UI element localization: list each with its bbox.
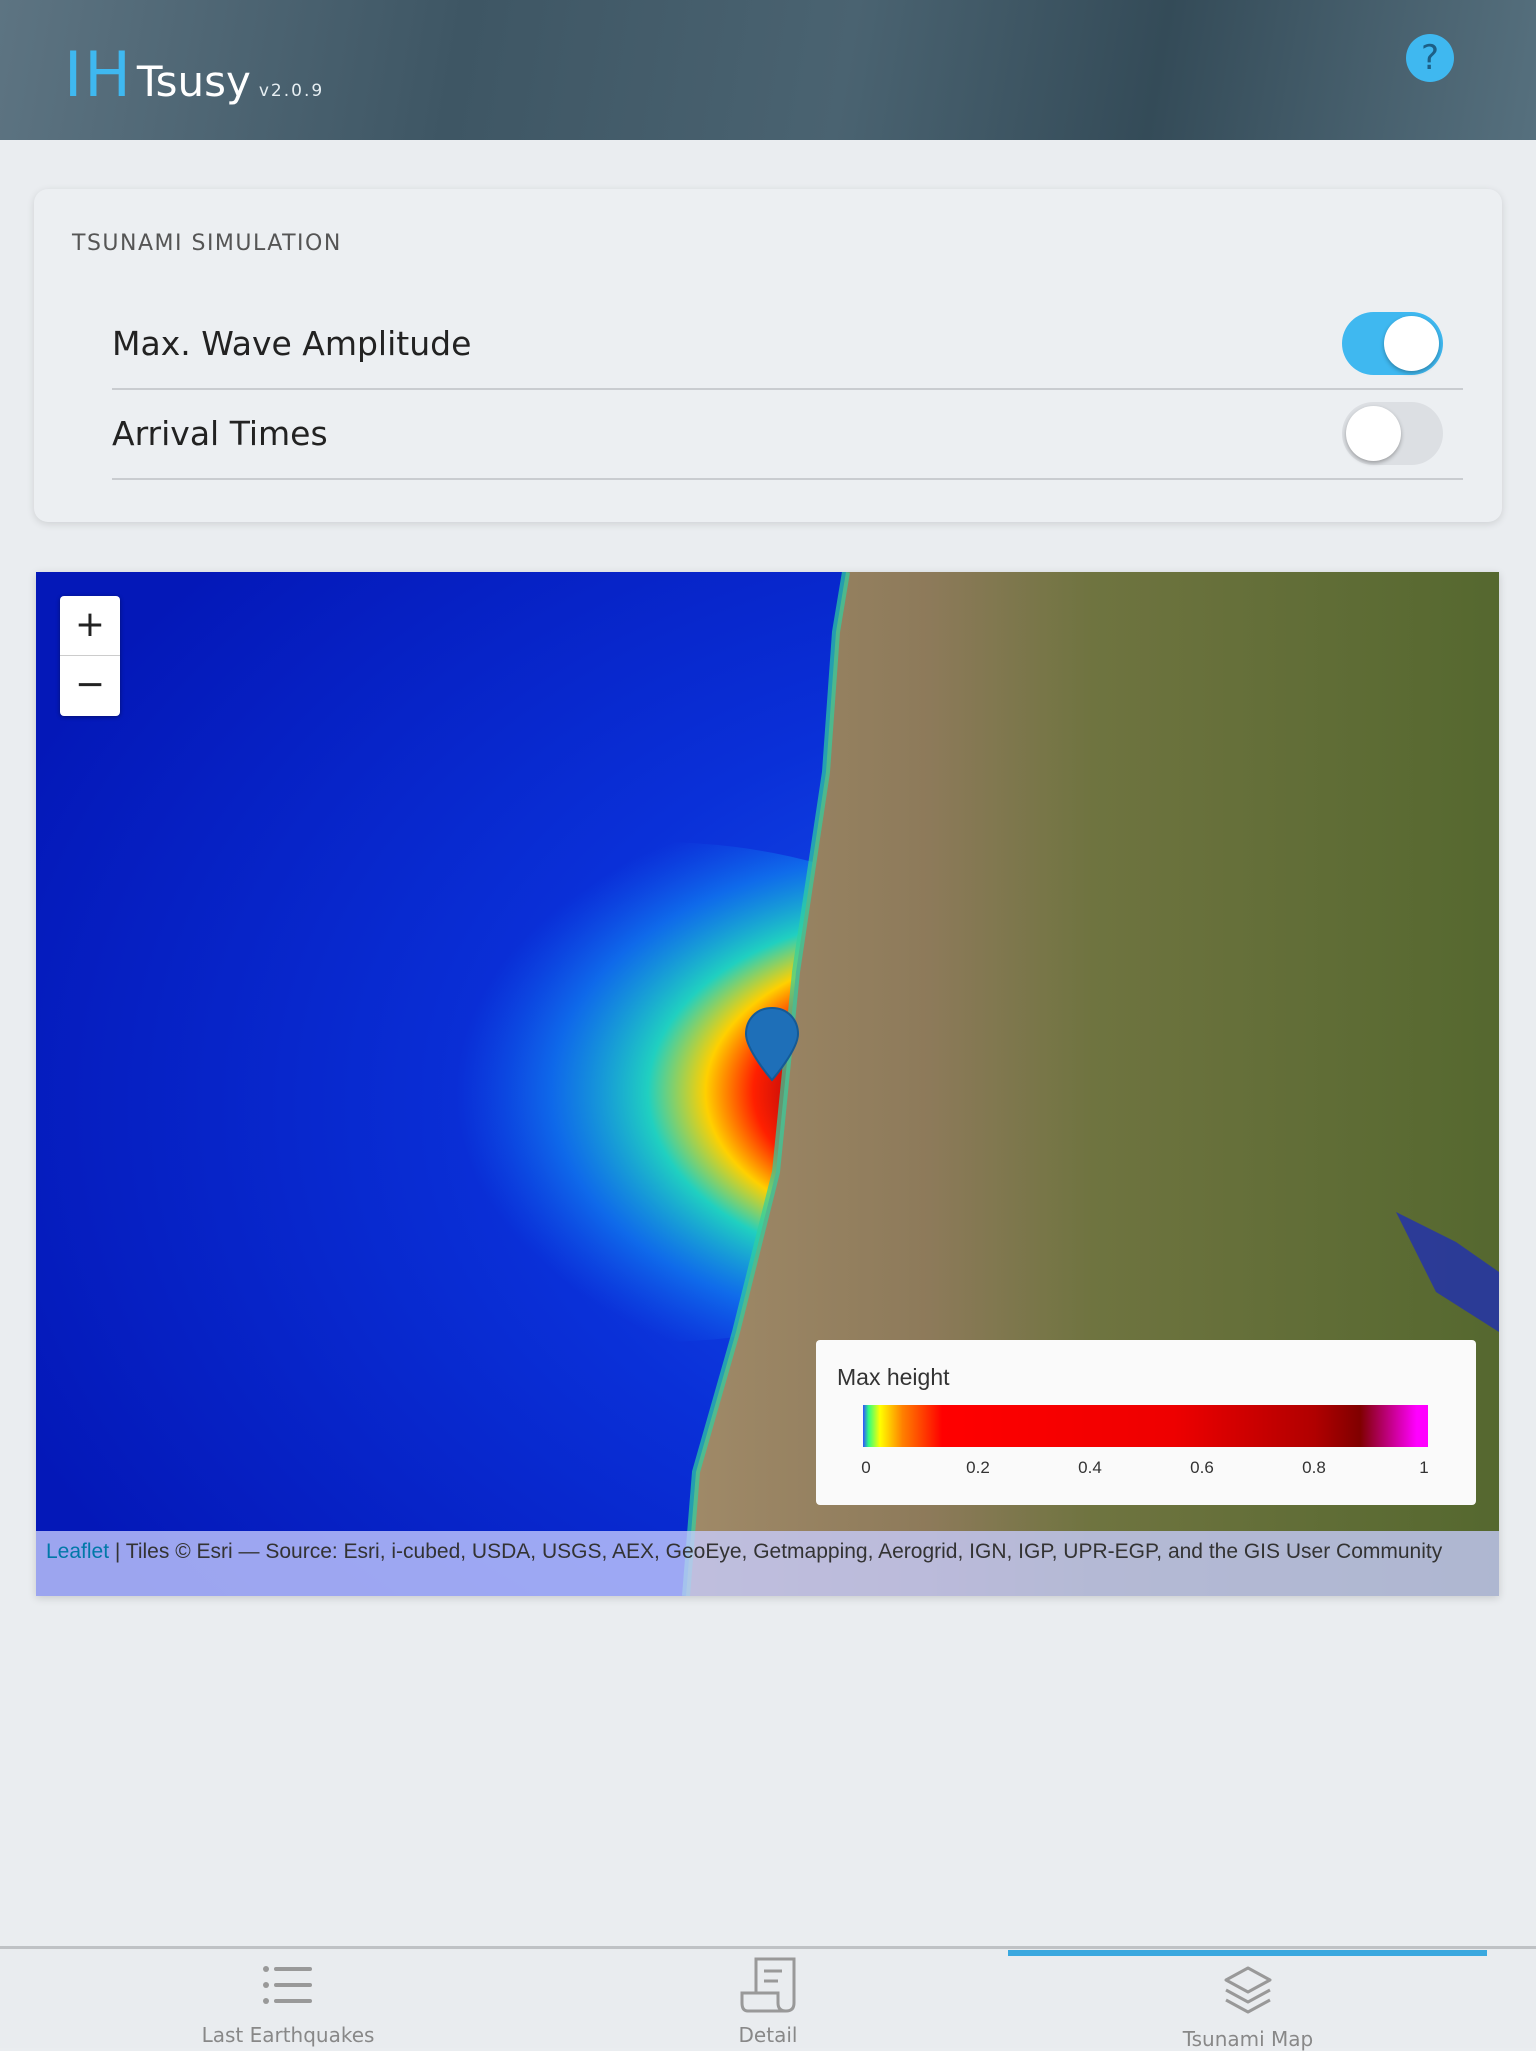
app-version: v2.0.9 <box>258 81 325 101</box>
tab-label: Last Earthquakes <box>201 2023 375 2047</box>
toggle-knob <box>1384 316 1439 371</box>
tsunami-simulation-panel: TSUNAMI SIMULATION Max. Wave Amplitude A… <box>34 189 1502 522</box>
map-attribution: Leaflet | Tiles © Esri — Source: Esri, i… <box>36 1531 1499 1596</box>
arrival-times-toggle[interactable] <box>1342 402 1443 465</box>
bottom-tab-bar: Last Earthquakes Detail Tsunami Map <box>0 1946 1536 2051</box>
zoom-out-button[interactable]: − <box>60 656 120 716</box>
legend-tick: 0 <box>861 1458 871 1477</box>
help-question-icon[interactable]: ? <box>1406 34 1454 82</box>
legend-title: Max height <box>837 1364 950 1390</box>
option-arrival-times[interactable]: Arrival Times <box>112 390 1463 480</box>
logo-ih: IH <box>64 38 133 111</box>
legend-tick: 0.4 <box>1078 1458 1102 1477</box>
list-icon <box>263 1966 312 2004</box>
option-max-wave-amplitude[interactable]: Max. Wave Amplitude <box>112 300 1463 390</box>
legend-tick: 0.6 <box>1190 1458 1214 1477</box>
tab-label: Detail <box>738 2023 798 2047</box>
receipt-icon <box>740 1957 796 2013</box>
tsunami-map[interactable]: + − Max height 0 0.2 0.4 0.6 0.8 1 Leafl… <box>36 572 1499 1596</box>
tab-tsunami-map[interactable]: Tsunami Map <box>1008 1949 1488 2051</box>
legend-color-bar <box>863 1405 1428 1447</box>
tab-detail[interactable]: Detail <box>528 1949 1008 2049</box>
layers-icon <box>1224 1966 1272 2014</box>
panel-title: TSUNAMI SIMULATION <box>72 231 342 256</box>
tab-label: Tsunami Map <box>1182 2027 1314 2051</box>
legend-tick: 0.8 <box>1302 1458 1326 1477</box>
logo-name: Tsusy <box>136 57 251 106</box>
leaflet-link[interactable]: Leaflet <box>46 1540 109 1563</box>
legend-tick: 1 <box>1419 1458 1429 1477</box>
legend-tick: 0.2 <box>966 1458 990 1477</box>
attribution-text: | Tiles © Esri — Source: Esri, i-cubed, … <box>109 1540 1443 1563</box>
app-header: IH Tsusy v2.0.9 ? <box>0 0 1536 140</box>
max-wave-amplitude-toggle[interactable] <box>1342 312 1443 375</box>
zoom-control: + − <box>60 596 120 716</box>
zoom-in-button[interactable]: + <box>60 596 120 656</box>
app-logo: IH Tsusy v2.0.9 <box>64 38 324 111</box>
toggle-knob <box>1346 406 1401 461</box>
map-marker-icon[interactable] <box>744 1006 800 1082</box>
option-label: Arrival Times <box>112 414 328 453</box>
max-height-legend: Max height 0 0.2 0.4 0.6 0.8 1 <box>816 1340 1476 1505</box>
option-label: Max. Wave Amplitude <box>112 324 472 363</box>
tab-last-earthquakes[interactable]: Last Earthquakes <box>48 1949 528 2049</box>
